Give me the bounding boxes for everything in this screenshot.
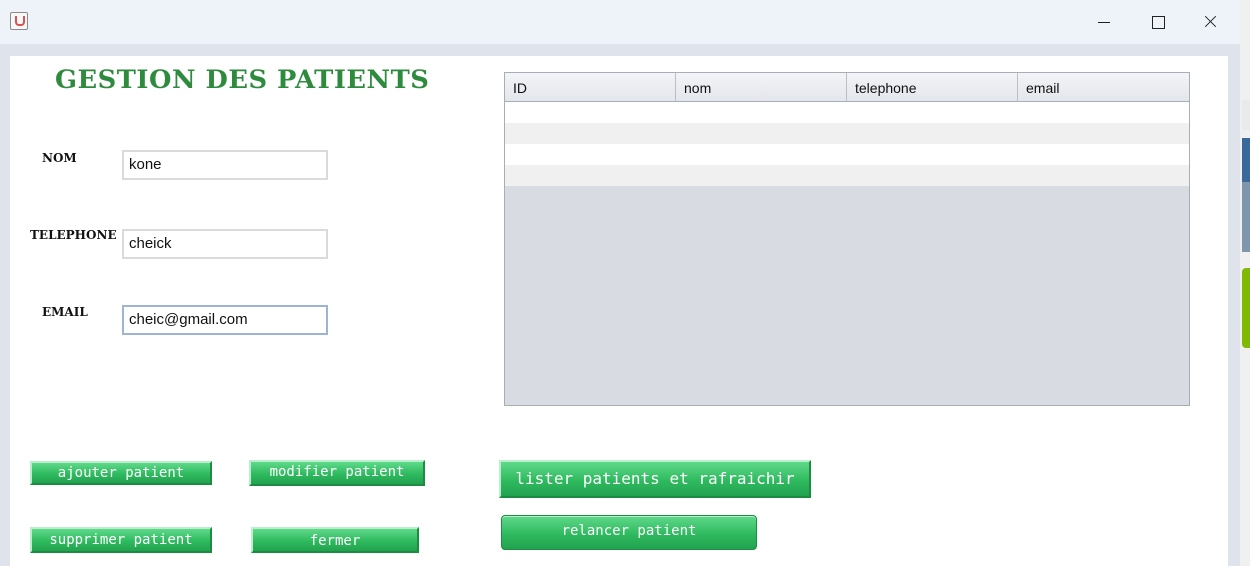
patients-table[interactable]: ID nom telephone email	[504, 72, 1190, 406]
table-row[interactable]	[505, 144, 1189, 165]
nom-label: NOM	[42, 151, 77, 165]
minimize-button[interactable]	[1084, 10, 1124, 34]
fermer-button[interactable]: fermer	[251, 527, 419, 553]
desktop-background-window	[1242, 268, 1250, 348]
window-frame-left	[0, 44, 10, 566]
email-input[interactable]: cheic@gmail.com	[122, 305, 328, 335]
column-header-telephone[interactable]: telephone	[847, 73, 1018, 101]
telephone-label: TELEPHONE	[30, 228, 117, 242]
email-label: EMAIL	[42, 305, 88, 319]
window-title-bar[interactable]	[0, 0, 1240, 44]
table-row[interactable]	[505, 102, 1189, 123]
desktop-background-window	[1242, 138, 1250, 182]
table-header: ID nom telephone email	[505, 73, 1189, 102]
window-frame-top	[0, 44, 1240, 56]
table-row[interactable]	[505, 165, 1189, 186]
column-header-id[interactable]: ID	[505, 73, 676, 101]
java-app-icon[interactable]	[10, 12, 28, 30]
page-title: GESTION DES PATIENTS	[55, 65, 430, 94]
table-row[interactable]	[505, 123, 1189, 144]
minimize-icon	[1098, 22, 1110, 23]
column-header-email[interactable]: email	[1018, 73, 1189, 101]
supprimer-patient-button[interactable]: supprimer patient	[30, 527, 212, 553]
column-header-nom[interactable]: nom	[676, 73, 847, 101]
telephone-input[interactable]: cheick	[122, 229, 328, 259]
maximize-icon	[1152, 16, 1165, 29]
ajouter-patient-button[interactable]: ajouter patient	[30, 461, 212, 485]
lister-patients-button[interactable]: lister patients et rafraichir	[499, 460, 811, 498]
desktop-background-window	[1242, 182, 1250, 252]
window-frame-right	[1228, 44, 1240, 566]
modifier-patient-button[interactable]: modifier patient	[249, 460, 425, 486]
close-window-button[interactable]	[1190, 10, 1230, 34]
desktop-background-window	[1242, 100, 1250, 130]
maximize-button[interactable]	[1138, 10, 1178, 34]
nom-input[interactable]: kone	[122, 150, 328, 180]
relancer-patient-button[interactable]: relancer patient	[501, 515, 757, 550]
